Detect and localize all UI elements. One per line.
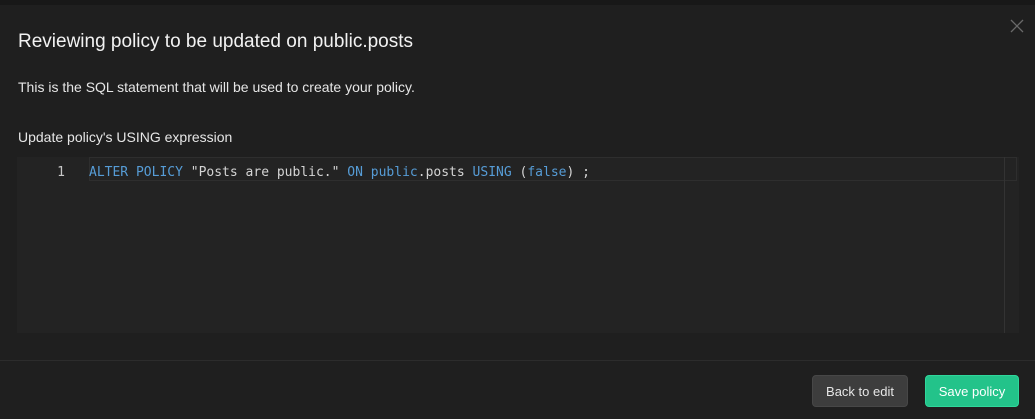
editor-scrollbar[interactable] xyxy=(1004,157,1005,333)
save-policy-button[interactable]: Save policy xyxy=(925,375,1019,407)
sql-text: ( xyxy=(511,165,528,180)
sql-text: .posts xyxy=(417,165,473,180)
close-icon[interactable] xyxy=(1009,18,1025,34)
review-policy-modal: Reviewing policy to be updated on public… xyxy=(0,5,1035,419)
sql-keyword: ON xyxy=(347,165,363,180)
line-number: 1 xyxy=(57,165,65,180)
modal-description: This is the SQL statement that will be u… xyxy=(18,79,415,95)
footer-divider xyxy=(0,360,1035,361)
sql-keyword: ALTER POLICY xyxy=(89,165,183,180)
sql-keyword: false xyxy=(527,165,567,180)
sql-keyword: USING xyxy=(472,165,512,180)
sql-keyword: public xyxy=(370,165,418,180)
sql-text: "Posts are public." xyxy=(182,165,348,180)
sql-statement[interactable]: ALTER POLICY "Posts are public." ON publ… xyxy=(89,165,590,180)
back-to-edit-button[interactable]: Back to edit xyxy=(812,375,908,407)
sql-text: ) ; xyxy=(566,165,590,180)
sql-editor[interactable]: 1 ALTER POLICY "Posts are public." ON pu… xyxy=(17,157,1019,333)
section-label: Update policy's USING expression xyxy=(18,129,233,145)
modal-title: Reviewing policy to be updated on public… xyxy=(18,31,414,52)
